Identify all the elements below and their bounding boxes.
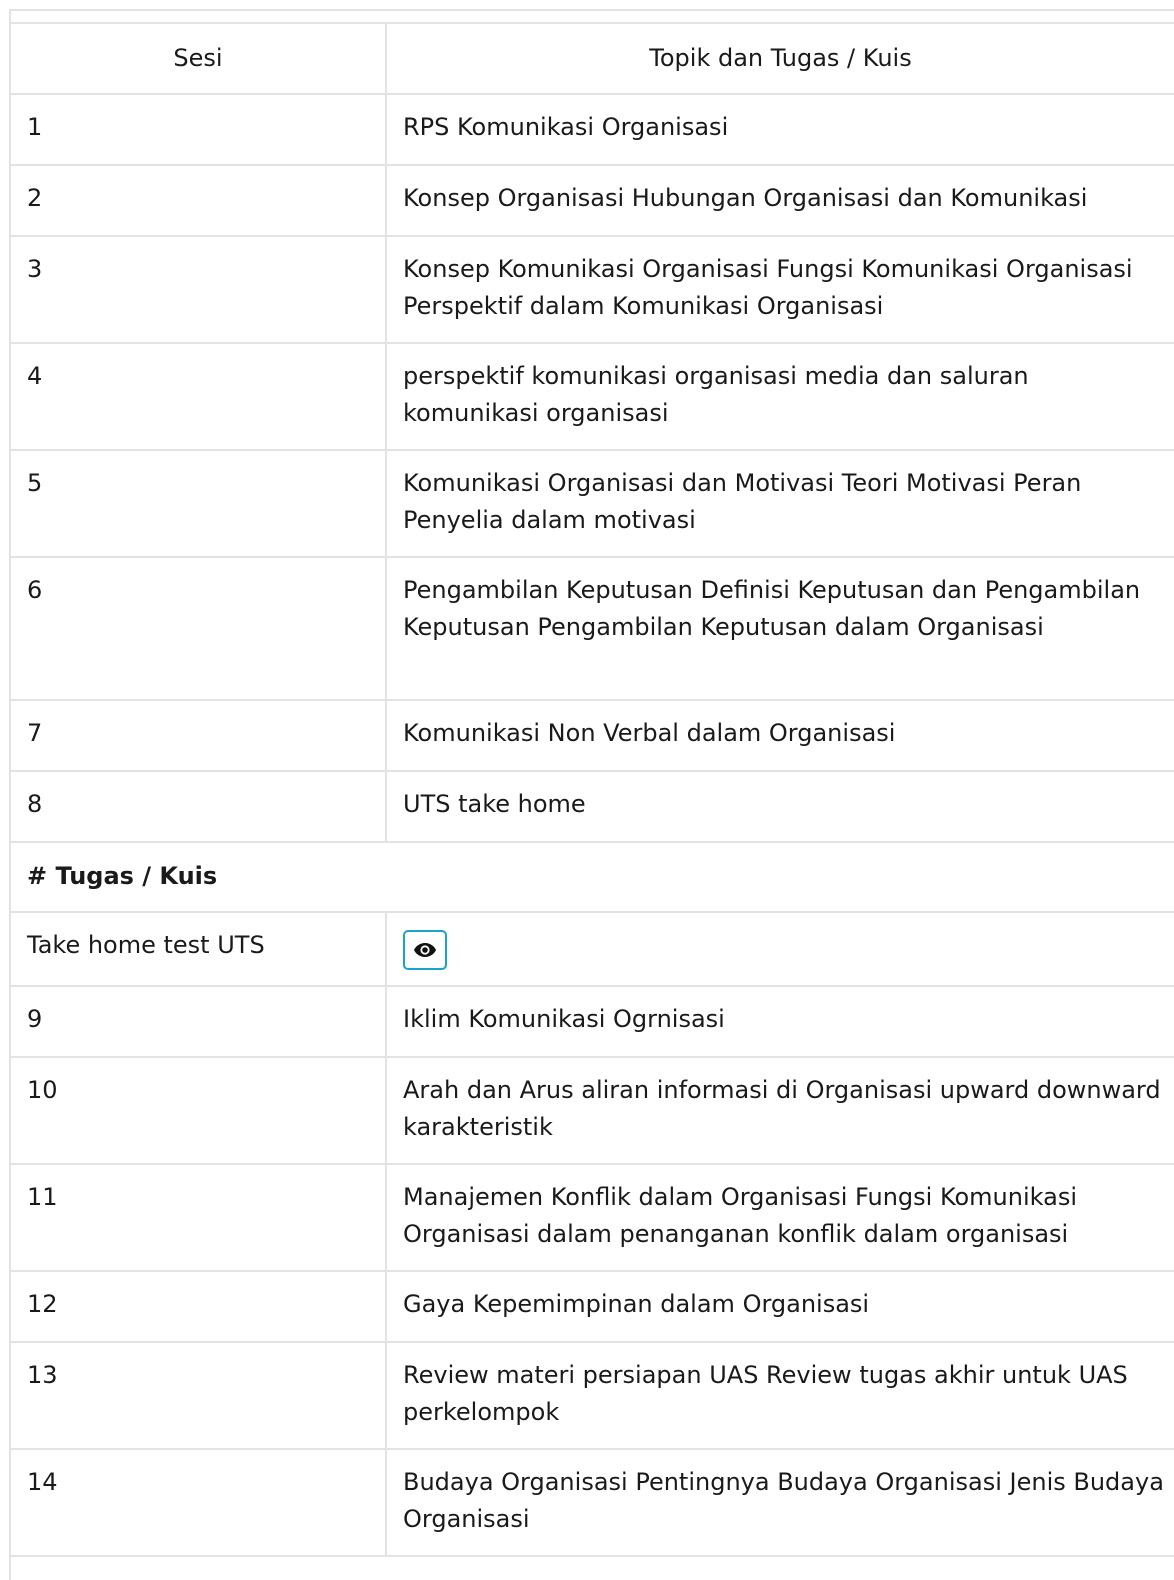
session-number: 6 <box>11 556 386 701</box>
session-number: 3 <box>11 235 386 344</box>
session-topic: Review materi persiapan UAS Review tugas… <box>385 1341 1174 1450</box>
session-number: 1 <box>11 93 386 166</box>
session-number: 12 <box>11 1270 386 1343</box>
session-topic: Gaya Kepemimpinan dalam Organisasi <box>385 1270 1174 1343</box>
session-topic: Konsep Komunikasi Organisasi Fungsi Komu… <box>385 235 1174 344</box>
session-topic: Budaya Organisasi Pentingnya Budaya Orga… <box>385 1448 1174 1557</box>
session-topic: Komunikasi Non Verbal dalam Organisasi <box>385 699 1174 772</box>
session-topic: perspektif komunikasi organisasi media d… <box>385 342 1174 451</box>
table-row: 3 Konsep Komunikasi Organisasi Fungsi Ko… <box>11 235 1174 344</box>
session-topic: Pengambilan Keputusan Definisi Keputusan… <box>385 556 1174 701</box>
table-row: 9 Iklim Komunikasi Ogrnisasi <box>11 985 1174 1058</box>
session-number: 7 <box>11 699 386 772</box>
table-row: 13 Review materi persiapan UAS Review tu… <box>11 1341 1174 1450</box>
table-row: 2 Konsep Organisasi Hubungan Organisasi … <box>11 164 1174 237</box>
session-number: 4 <box>11 342 386 451</box>
session-number: 10 <box>11 1056 386 1165</box>
session-schedule-table: Sesi Topik dan Tugas / Kuis 1 RPS Komuni… <box>11 22 1174 1557</box>
table-row: 12 Gaya Kepemimpinan dalam Organisasi <box>11 1270 1174 1343</box>
assignment-section-header: # Tugas / Kuis <box>11 841 1174 913</box>
eye-icon <box>414 943 436 957</box>
table-row: 14 Budaya Organisasi Pentingnya Budaya O… <box>11 1448 1174 1557</box>
section-title: # Tugas / Kuis <box>11 841 1174 913</box>
session-number: 5 <box>11 449 386 558</box>
session-topic: Konsep Organisasi Hubungan Organisasi da… <box>385 164 1174 237</box>
session-number: 13 <box>11 1341 386 1450</box>
session-number: 14 <box>11 1448 386 1557</box>
table-row: 7 Komunikasi Non Verbal dalam Organisasi <box>11 699 1174 772</box>
view-assignment-button[interactable] <box>403 930 447 970</box>
session-topic: Komunikasi Organisasi dan Motivasi Teori… <box>385 449 1174 558</box>
assignment-row: Take home test UTS <box>11 911 1174 987</box>
session-topic: UTS take home <box>385 770 1174 843</box>
table-row: 8 UTS take home <box>11 770 1174 843</box>
session-topic: Arah dan Arus aliran informasi di Organi… <box>385 1056 1174 1165</box>
session-topic: Manajemen Konflik dalam Organisasi Fungs… <box>385 1163 1174 1272</box>
table-row: 4 perspektif komunikasi organisasi media… <box>11 342 1174 451</box>
session-topic: RPS Komunikasi Organisasi <box>385 93 1174 166</box>
session-number: 9 <box>11 985 386 1058</box>
header-sesi: Sesi <box>11 22 386 95</box>
table-row: 6 Pengambilan Keputusan Definisi Keputus… <box>11 556 1174 701</box>
table-row: 11 Manajemen Konflik dalam Organisasi Fu… <box>11 1163 1174 1272</box>
table-header-row: Sesi Topik dan Tugas / Kuis <box>11 22 1174 95</box>
session-topic: Iklim Komunikasi Ogrnisasi <box>385 985 1174 1058</box>
table-row: 10 Arah dan Arus aliran informasi di Org… <box>11 1056 1174 1165</box>
session-number: 8 <box>11 770 386 843</box>
session-number: 11 <box>11 1163 386 1272</box>
header-topik: Topik dan Tugas / Kuis <box>385 22 1174 95</box>
session-number: 2 <box>11 164 386 237</box>
table-row: 1 RPS Komunikasi Organisasi <box>11 93 1174 166</box>
assignment-label: Take home test UTS <box>11 911 386 987</box>
table-row: 5 Komunikasi Organisasi dan Motivasi Teo… <box>11 449 1174 558</box>
assignment-actions <box>385 911 1174 987</box>
